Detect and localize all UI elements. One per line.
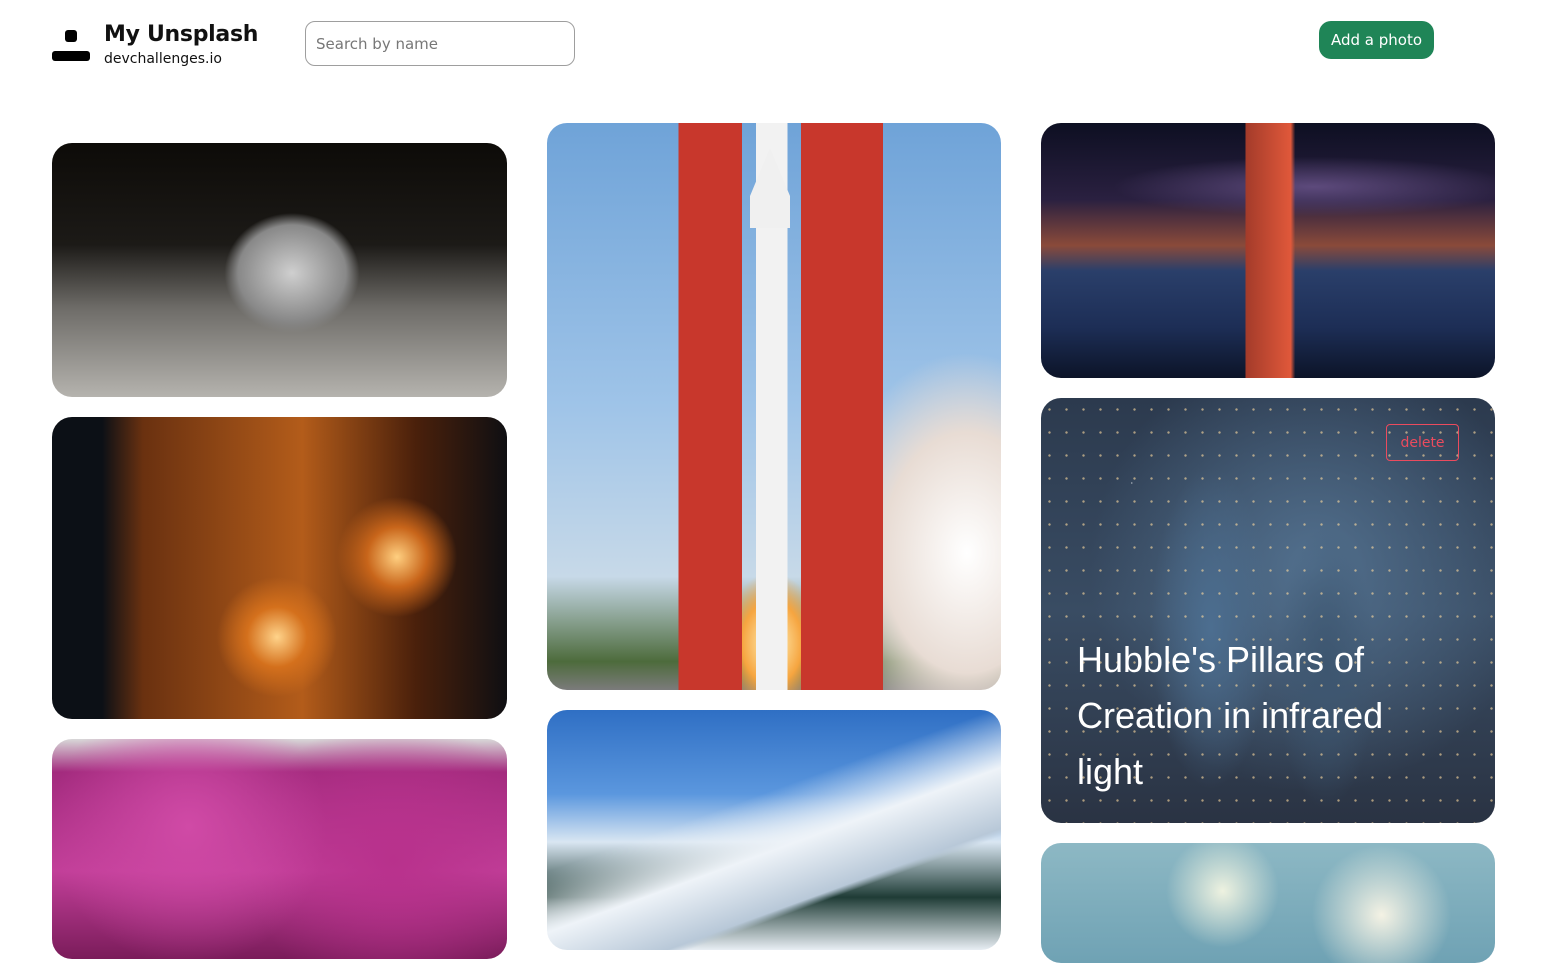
photo-flowers[interactable] <box>52 739 507 959</box>
photo-kitten[interactable] <box>52 143 507 397</box>
photo-lamps[interactable] <box>52 417 507 719</box>
photo-mountain[interactable] <box>547 710 1001 950</box>
photo-almond-blossom[interactable] <box>1041 843 1495 963</box>
photo-rocket[interactable] <box>547 123 1001 690</box>
photo-pier[interactable] <box>1041 123 1495 378</box>
brand-title: My Unsplash <box>104 22 259 47</box>
photo-caption: Hubble's Pillars of Creation in infrared… <box>1077 639 1384 792</box>
photo-hubble[interactable]: delete Hubble's Pillars of Creation in i… <box>1041 398 1495 823</box>
brand-subtitle: devchallenges.io <box>104 51 222 67</box>
logo-icon <box>52 30 90 62</box>
delete-button[interactable]: delete <box>1386 424 1459 461</box>
header: My Unsplash devchallenges.io Add a photo <box>0 0 1563 90</box>
add-photo-button[interactable]: Add a photo <box>1319 21 1434 59</box>
search-input[interactable] <box>305 21 575 66</box>
